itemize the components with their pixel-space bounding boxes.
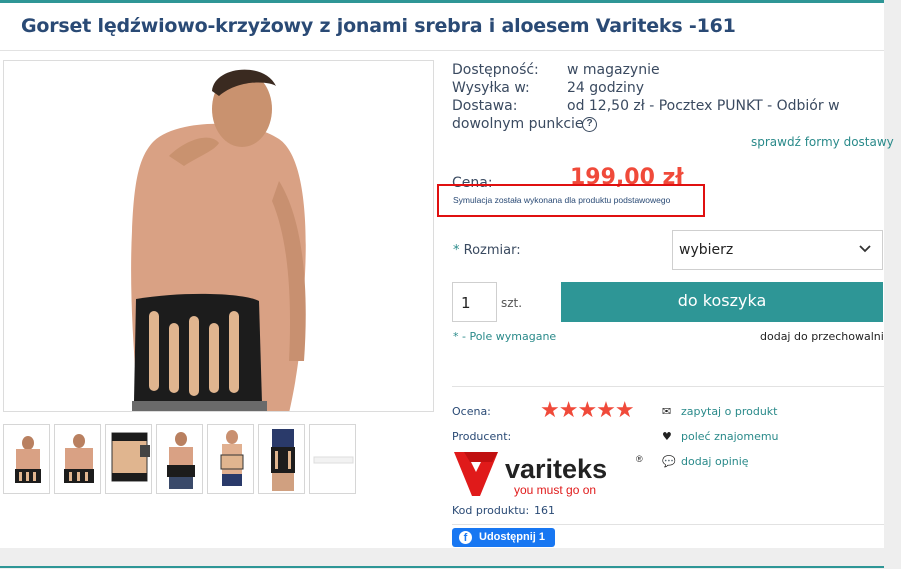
size-label-text: Rozmiar:	[463, 243, 521, 258]
thumbnail-2[interactable]	[54, 424, 101, 494]
thumbnail-1[interactable]	[3, 424, 50, 494]
title-divider	[0, 50, 884, 51]
product-title: Gorset lędźwiowo-krzyżowy z jonami srebr…	[21, 15, 736, 37]
heart-icon: ♥	[662, 430, 672, 443]
producer-label: Producent:	[452, 430, 512, 443]
variteks-logo-mark: variteks ® you must go on	[454, 452, 643, 497]
highlight-box	[437, 184, 705, 217]
required-star: *	[453, 243, 460, 258]
brand-registered: ®	[636, 454, 643, 464]
rating-stars: ★★★★★	[540, 398, 635, 423]
quantity-input[interactable]: 1	[452, 282, 497, 322]
brand-tagline: you must go on	[514, 483, 596, 497]
facebook-share-button[interactable]: f Udostępnij 1	[452, 528, 555, 547]
ask-about-product-link[interactable]: ✉ zapytaj o produkt	[662, 405, 777, 418]
delivery-value-continued: dowolnym punkcie	[452, 116, 584, 132]
main-product-image[interactable]	[3, 60, 434, 412]
required-fields-note: * - Pole wymagane	[453, 330, 557, 343]
quantity-unit: szt.	[501, 296, 523, 310]
envelope-icon: ✉	[662, 405, 672, 418]
brand-name: variteks	[505, 454, 607, 484]
product-code-value: 161	[534, 504, 555, 517]
comments-icon: 💬	[662, 455, 676, 468]
delivery-value: od 12,50 zł - Pocztex PUNKT - Odbiór w	[567, 98, 840, 114]
shipping-value: 24 godziny	[567, 80, 644, 96]
share-label: Udostępnij 1	[479, 531, 546, 543]
size-select[interactable]: wybierz	[672, 230, 883, 270]
add-to-cart-button[interactable]: do koszyka	[561, 282, 883, 322]
thumbnail-3[interactable]	[105, 424, 152, 494]
facebook-icon: f	[459, 531, 472, 544]
add-to-storage-link[interactable]: dodaj do przechowalni	[760, 330, 884, 343]
rating-label: Ocena:	[452, 405, 491, 418]
shipping-label: Wysyłka w:	[452, 80, 530, 96]
availability-label: Dostępność:	[452, 62, 539, 78]
details-divider	[452, 524, 884, 525]
thumbnail-5[interactable]	[207, 424, 254, 494]
recommend-to-friend-link[interactable]: ♥ poleć znajomemu	[662, 430, 779, 443]
add-review-label: dodaj opinię	[681, 455, 749, 468]
product-code-label: Kod produktu:	[452, 504, 530, 517]
section-divider	[452, 386, 884, 387]
footer-accent-rule	[0, 566, 884, 568]
help-icon[interactable]: ?	[582, 117, 597, 132]
product-photo	[4, 61, 433, 411]
delivery-label: Dostawa:	[452, 98, 518, 114]
recommend-to-friend-label: poleć znajomemu	[681, 430, 779, 443]
product-panel: Gorset lędźwiowo-krzyżowy z jonami srebr…	[0, 0, 894, 548]
thumbnail-7[interactable]	[309, 424, 356, 494]
chevron-down-icon	[859, 245, 871, 253]
availability-value: w magazynie	[567, 62, 660, 78]
thumbnail-6[interactable]	[258, 424, 305, 494]
thumbnail-4[interactable]	[156, 424, 203, 494]
add-review-link[interactable]: 💬 dodaj opinię	[662, 455, 749, 468]
variteks-logo[interactable]: variteks ® you must go on	[452, 450, 652, 500]
size-label: * Rozmiar:	[453, 243, 521, 258]
top-accent-rule	[0, 0, 884, 3]
shipping-forms-link[interactable]: sprawdź formy dostawy	[751, 135, 894, 149]
ask-about-product-label: zapytaj o produkt	[681, 405, 778, 418]
size-selected-value: wybierz	[679, 242, 734, 258]
